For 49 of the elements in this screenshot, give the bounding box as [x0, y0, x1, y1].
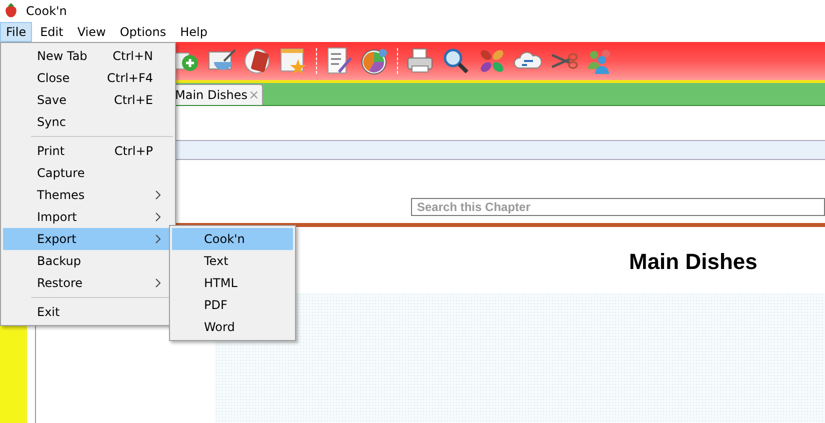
star-icon[interactable] — [280, 47, 308, 75]
menu-item-label: Themes — [37, 188, 86, 202]
menu-item-label: Save — [37, 93, 68, 107]
window-title: Cook'n — [26, 4, 67, 18]
menu-item[interactable]: Close Ctrl+F4 — [3, 67, 173, 89]
menu-item[interactable]: Save Ctrl+E — [3, 89, 173, 111]
menu-item-label: Export — [37, 232, 78, 246]
menu-item-label: New Tab — [37, 49, 88, 63]
shortcut-text: Ctrl+E — [114, 93, 153, 107]
menu-item[interactable]: Help — [174, 22, 214, 42]
printer-icon[interactable] — [406, 47, 434, 75]
menu-item[interactable]: Capture — [3, 162, 173, 184]
menu-item[interactable]: Exit — [3, 301, 173, 323]
checklist-icon[interactable] — [325, 47, 353, 75]
menu-item[interactable]: Import — [3, 206, 173, 228]
menu-item-label: Restore — [37, 276, 84, 290]
strawberry-icon — [4, 3, 18, 19]
ribbon-icon[interactable] — [478, 47, 506, 75]
search-icon[interactable] — [442, 47, 470, 75]
menu-item[interactable]: View — [71, 22, 112, 42]
menu-item[interactable]: Word — [172, 316, 293, 338]
menu-item[interactable]: Edit — [34, 22, 70, 42]
menu-item-label: Exit — [37, 305, 61, 319]
menu-item-label: Close — [37, 71, 71, 85]
menu-item-label: Print — [37, 144, 66, 158]
menu-item-label: Capture — [37, 166, 86, 180]
menu-item[interactable]: Text — [172, 250, 293, 272]
pie-chart-icon[interactable] — [361, 47, 389, 75]
menu-item[interactable]: Restore — [3, 272, 173, 294]
menu-item[interactable]: New Tab Ctrl+N — [3, 45, 173, 67]
menu-item[interactable]: Print Ctrl+P — [3, 140, 173, 162]
menu-item[interactable]: Options — [114, 22, 172, 42]
shortcut-text: Ctrl+P — [114, 144, 153, 158]
menu-item-label: Sync — [37, 115, 67, 129]
menu-item[interactable]: Sync — [3, 111, 173, 133]
menu-item-label: Backup — [37, 254, 82, 268]
chapter-heading: Main Dishes — [629, 249, 758, 276]
shortcut-text: Ctrl+F4 — [107, 71, 153, 85]
menu-item-label: Import — [37, 210, 78, 224]
menu-item[interactable]: Cook'n — [172, 228, 293, 250]
menu-item[interactable]: File — [0, 22, 32, 42]
menu-item[interactable]: HTML — [172, 272, 293, 294]
menu-item[interactable]: Backup — [3, 250, 173, 272]
book-icon[interactable] — [244, 47, 272, 75]
search-field[interactable]: Search this Chapter — [411, 198, 825, 216]
tab-label: Main Dishes — [175, 88, 248, 102]
menu-item[interactable]: PDF — [172, 294, 293, 316]
menu-item[interactable]: Themes — [3, 184, 173, 206]
shortcut-text: Ctrl+N — [112, 49, 153, 63]
